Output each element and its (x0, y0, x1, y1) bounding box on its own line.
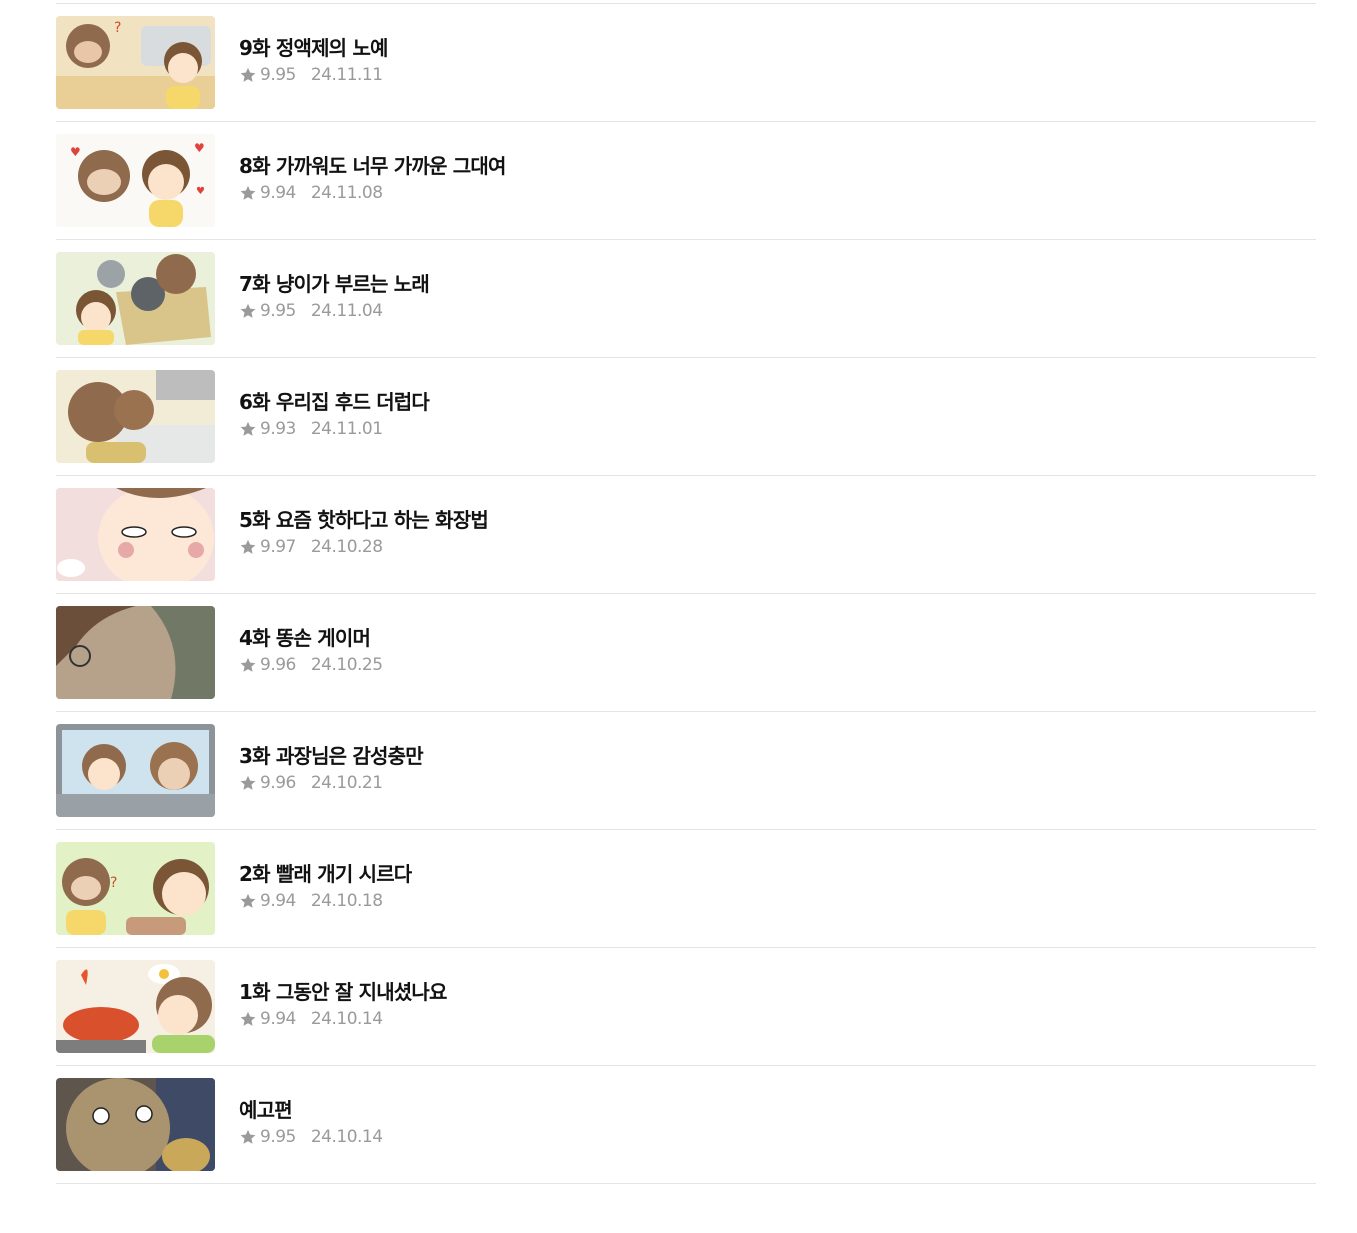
episode-meta: 9.93 24.11.01 (239, 418, 429, 440)
episode-date: 24.10.14 (310, 1009, 383, 1029)
svg-text:?: ? (114, 20, 121, 36)
episode-title: 예고편 (239, 1098, 293, 1122)
svg-text:♥: ♥ (194, 141, 205, 155)
episode-thumbnail (56, 370, 215, 463)
episode-title: 7화 냥이가 부르는 노래 (239, 272, 430, 296)
episode-title: 8화 가까워도 너무 가까운 그대여 (239, 154, 506, 178)
episode-meta: 9.97 24.10.28 (239, 536, 488, 558)
episode-thumbnail (56, 724, 215, 817)
episode-date: 24.11.08 (310, 183, 383, 203)
star-icon (240, 1129, 256, 1144)
svg-text:♥: ♥ (70, 145, 81, 159)
episode-meta: 9.95 24.11.04 (239, 300, 429, 322)
episode-date: 24.10.18 (310, 891, 383, 911)
episode-title: 5화 요즘 핫하다고 하는 화장법 (239, 508, 489, 532)
episode-rating: 9.96 (260, 773, 296, 793)
star-icon (240, 185, 256, 200)
star-icon (240, 1011, 256, 1026)
episode-thumbnail (56, 960, 215, 1053)
episode-date: 24.10.25 (310, 655, 383, 675)
episode-date: 24.10.14 (310, 1127, 383, 1147)
episode-item[interactable]: 6화 우리집 후드 더럽다 9.93 24.11.01 (56, 358, 1316, 476)
episode-title: 9화 정액제의 노예 (239, 36, 388, 60)
star-icon (240, 421, 256, 436)
episode-title: 4화 똥손 게이머 (239, 626, 371, 650)
episode-meta: 9.95 24.10.14 (239, 1126, 383, 1148)
episode-date: 24.11.01 (310, 419, 383, 439)
episode-rating: 9.94 (260, 183, 296, 203)
star-icon (240, 303, 256, 318)
star-icon (240, 775, 256, 790)
episode-thumbnail: ? (56, 842, 215, 935)
episode-thumbnail: ? (56, 16, 215, 109)
episode-meta: 9.96 24.10.25 (239, 654, 383, 676)
episode-thumbnail (56, 1078, 215, 1171)
episode-thumbnail (56, 252, 215, 345)
star-icon (240, 657, 256, 672)
episode-item[interactable]: ? 2화 빨래 개기 시르다 9.94 24.10.18 (56, 830, 1316, 948)
episode-item[interactable]: 4화 똥손 게이머 9.96 24.10.25 (56, 594, 1316, 712)
episode-item[interactable]: 1화 그동안 잘 지내셨나요 9.94 24.10.14 (56, 948, 1316, 1066)
episode-rating: 9.95 (260, 1127, 296, 1147)
episode-item[interactable]: ♥ ♥ ♥ 8화 가까워도 너무 가까운 그대여 9.94 24.11.08 (56, 122, 1316, 240)
episode-item[interactable]: 3화 과장님은 감성충만 9.96 24.10.21 (56, 712, 1316, 830)
episode-thumbnail (56, 606, 215, 699)
episode-title: 1화 그동안 잘 지내셨나요 (239, 980, 447, 1004)
episode-item[interactable]: 5화 요즘 핫하다고 하는 화장법 9.97 24.10.28 (56, 476, 1316, 594)
episode-thumbnail: ♥ ♥ ♥ (56, 134, 215, 227)
episode-rating: 9.94 (260, 1009, 296, 1029)
star-icon (240, 67, 256, 82)
episode-meta: 9.94 24.10.14 (239, 1008, 447, 1030)
episode-list: ? 9화 정액제의 노예 9.95 24.11.11 ♥ ♥ ♥ 8화 가까워도… (56, 4, 1316, 1184)
episode-date: 24.10.28 (310, 537, 383, 557)
episode-meta: 9.95 24.11.11 (239, 64, 388, 86)
episode-rating: 9.93 (260, 419, 296, 439)
episode-meta: 9.94 24.11.08 (239, 182, 506, 204)
episode-thumbnail (56, 488, 215, 581)
episode-rating: 9.95 (260, 301, 296, 321)
episode-meta: 9.94 24.10.18 (239, 890, 411, 912)
episode-title: 2화 빨래 개기 시르다 (239, 862, 412, 886)
episode-meta: 9.96 24.10.21 (239, 772, 423, 794)
svg-text:♥: ♥ (196, 186, 205, 197)
star-icon (240, 893, 256, 908)
episode-item[interactable]: 예고편 9.95 24.10.14 (56, 1066, 1316, 1184)
episode-date: 24.10.21 (310, 773, 383, 793)
svg-text:?: ? (110, 875, 117, 891)
episode-date: 24.11.11 (310, 65, 383, 85)
episode-item[interactable]: 7화 냥이가 부르는 노래 9.95 24.11.04 (56, 240, 1316, 358)
episode-item[interactable]: ? 9화 정액제의 노예 9.95 24.11.11 (56, 4, 1316, 122)
episode-rating: 9.96 (260, 655, 296, 675)
episode-rating: 9.95 (260, 65, 296, 85)
star-icon (240, 539, 256, 554)
episode-title: 3화 과장님은 감성충만 (239, 744, 424, 768)
episode-title: 6화 우리집 후드 더럽다 (239, 390, 430, 414)
episode-rating: 9.97 (260, 537, 296, 557)
episode-rating: 9.94 (260, 891, 296, 911)
episode-date: 24.11.04 (310, 301, 383, 321)
